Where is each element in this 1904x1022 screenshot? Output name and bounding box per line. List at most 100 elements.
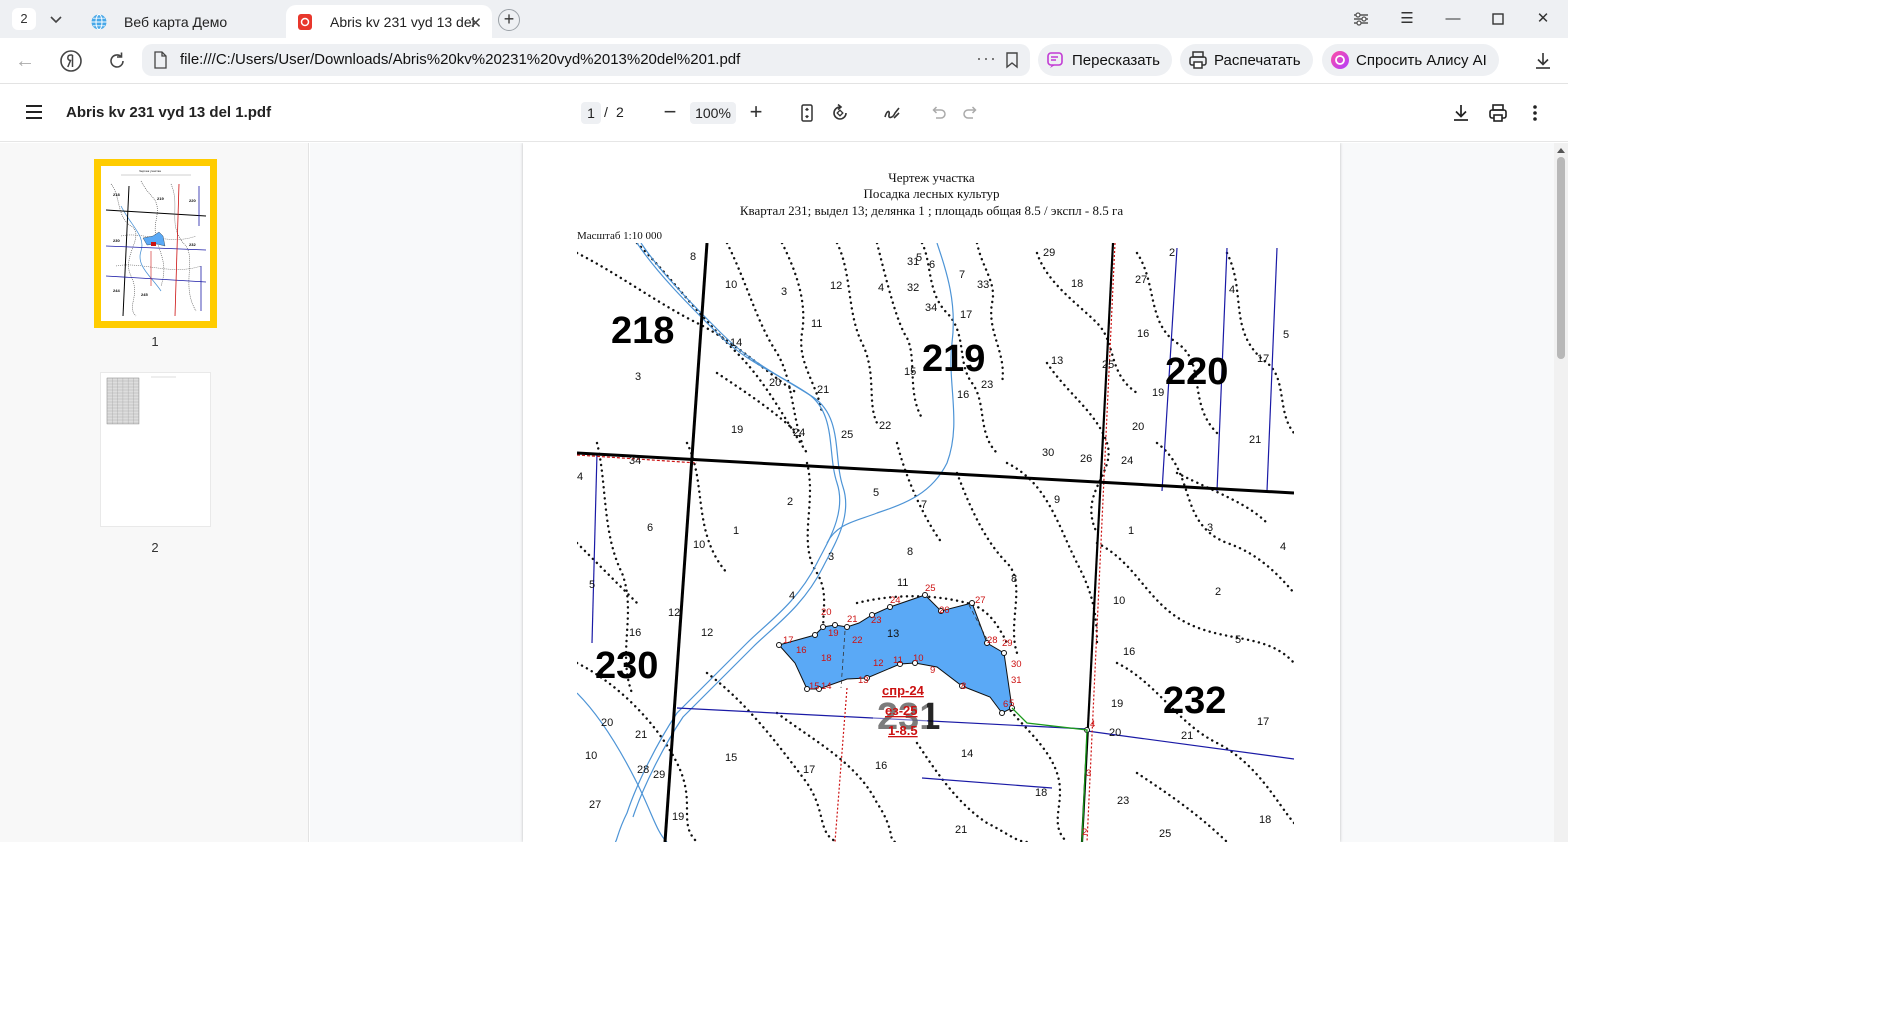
svg-text:23: 23 — [871, 615, 882, 626]
tab-count-button[interactable]: 2 — [12, 8, 36, 30]
svg-text:5: 5 — [1283, 329, 1289, 341]
svg-text:24: 24 — [793, 427, 805, 439]
rotate-icon[interactable] — [829, 102, 851, 124]
svg-text:22: 22 — [852, 635, 863, 646]
svg-text:3: 3 — [1086, 768, 1091, 779]
current-page-input[interactable]: 1 — [581, 102, 601, 124]
svg-text:4: 4 — [789, 590, 795, 602]
download-pdf-icon[interactable] — [1450, 102, 1472, 124]
svg-text:2: 2 — [1215, 586, 1221, 598]
sidebar-toggle-icon[interactable] — [24, 103, 44, 121]
thumbnail-label: 1 — [151, 334, 159, 349]
svg-text:8: 8 — [1011, 573, 1017, 585]
svg-text:10: 10 — [725, 279, 737, 291]
close-icon[interactable]: ✕ — [469, 14, 482, 32]
svg-text:31: 31 — [1011, 675, 1022, 686]
downloads-icon[interactable] — [1532, 50, 1554, 72]
scrollbar-thumb[interactable] — [1557, 157, 1565, 359]
page-thumbnail-2[interactable] — [100, 372, 211, 527]
bookmark-icon[interactable] — [1004, 51, 1020, 69]
svg-text:11: 11 — [897, 577, 908, 589]
svg-text:28: 28 — [637, 764, 649, 776]
svg-text:20: 20 — [769, 377, 781, 389]
svg-text:21: 21 — [817, 384, 829, 396]
svg-text:7: 7 — [921, 499, 927, 511]
ask-alice-button[interactable]: Спросить Алису AI — [1322, 44, 1499, 76]
more-options-icon[interactable] — [1524, 102, 1546, 124]
vertical-scrollbar[interactable] — [1554, 143, 1568, 842]
summarize-button[interactable]: Пересказать — [1038, 44, 1172, 76]
tab-web-map[interactable]: Веб карта Демо — [80, 5, 280, 38]
svg-text:17: 17 — [1257, 353, 1269, 365]
svg-text:20: 20 — [821, 607, 832, 618]
tab-pdf-active[interactable]: Abris kv 231 vyd 13 del ✕ — [286, 5, 492, 38]
svg-text:24: 24 — [890, 595, 901, 606]
reload-icon[interactable] — [104, 48, 130, 74]
svg-text:21: 21 — [635, 729, 647, 741]
print-pdf-icon[interactable] — [1487, 102, 1509, 124]
maximize-icon[interactable] — [1487, 8, 1509, 30]
svg-text:25: 25 — [1159, 828, 1171, 840]
svg-text:спр-24: спр-24 — [882, 683, 925, 698]
thumbnail-sidebar: 218 219 220 230 232 244 245 Чертеж участ… — [0, 143, 309, 842]
svg-text:232: 232 — [1163, 680, 1226, 722]
svg-text:218: 218 — [611, 310, 674, 352]
svg-text:34: 34 — [925, 302, 937, 314]
zoom-in-button[interactable]: + — [746, 99, 766, 125]
svg-text:19: 19 — [1152, 387, 1164, 399]
close-window-icon[interactable]: ✕ — [1532, 8, 1554, 30]
svg-text:3: 3 — [828, 551, 834, 563]
svg-text:20: 20 — [601, 717, 613, 729]
page-thumbnail-1[interactable]: 218 219 220 230 232 244 245 Чертеж участ… — [94, 159, 217, 328]
svg-text:16: 16 — [1137, 328, 1149, 340]
svg-text:27: 27 — [975, 595, 986, 606]
tab-title: Abris kv 231 vyd 13 del — [330, 13, 475, 30]
svg-text:12: 12 — [830, 280, 842, 292]
svg-text:1: 1 — [1128, 525, 1134, 537]
svg-text:6: 6 — [1003, 699, 1008, 710]
total-pages: 2 — [616, 104, 624, 120]
printer-icon — [1189, 51, 1207, 69]
more-dots-icon[interactable]: ··· — [976, 48, 997, 69]
zoom-out-button[interactable]: − — [660, 99, 680, 125]
svg-text:21: 21 — [955, 824, 967, 836]
svg-text:11: 11 — [811, 318, 822, 330]
fit-page-icon[interactable] — [796, 102, 818, 124]
svg-text:17: 17 — [960, 309, 972, 321]
pdf-viewer[interactable]: Чертеж участка Посадка лесных культур Кв… — [310, 143, 1554, 842]
settings-sliders-icon[interactable] — [1350, 8, 1372, 30]
svg-text:29: 29 — [1043, 247, 1055, 259]
svg-text:1-8.5: 1-8.5 — [888, 723, 918, 738]
svg-text:230: 230 — [595, 645, 658, 687]
draw-icon[interactable] — [881, 102, 903, 124]
svg-text:219: 219 — [157, 196, 164, 201]
redo-icon[interactable] — [960, 102, 982, 124]
menu-icon[interactable]: ☰ — [1396, 8, 1418, 30]
address-bar[interactable]: file:///C:/Users/User/Downloads/Abris%20… — [142, 44, 1030, 76]
svg-text:20: 20 — [1109, 727, 1121, 739]
file-icon — [154, 51, 167, 69]
svg-text:17: 17 — [783, 635, 794, 646]
doc-scale: Масштаб 1:10 000 — [577, 230, 662, 242]
minimize-icon[interactable]: — — [1442, 8, 1464, 30]
new-tab-button[interactable]: + — [498, 9, 520, 31]
svg-text:244: 244 — [113, 288, 120, 293]
print-page-button[interactable]: Распечатать — [1180, 44, 1313, 76]
doc-subtitle: Посадка лесных культур — [863, 186, 1000, 201]
svg-text:8: 8 — [690, 251, 696, 263]
url-text[interactable]: file:///C:/Users/User/Downloads/Abris%20… — [180, 51, 740, 68]
thumbnail-label: 2 — [151, 540, 159, 555]
back-arrow-icon[interactable]: ← — [12, 48, 38, 74]
svg-text:19: 19 — [828, 628, 839, 639]
chevron-down-icon[interactable] — [46, 9, 66, 29]
scroll-up-icon[interactable] — [1556, 146, 1566, 154]
svg-text:21: 21 — [847, 614, 858, 625]
svg-text:3: 3 — [635, 371, 641, 383]
tab-strip: 2 Веб карта Демо Abris kv 231 vyd 13 del… — [0, 0, 1568, 38]
navigation-bar: ← file:///C:/Users/User/Downloads/Abris%… — [0, 38, 1568, 84]
svg-text:30: 30 — [1042, 447, 1054, 459]
zoom-level-input[interactable]: 100% — [690, 102, 736, 124]
svg-text:27: 27 — [1135, 274, 1147, 286]
undo-icon[interactable] — [927, 102, 949, 124]
yandex-logo-icon[interactable] — [58, 48, 84, 74]
